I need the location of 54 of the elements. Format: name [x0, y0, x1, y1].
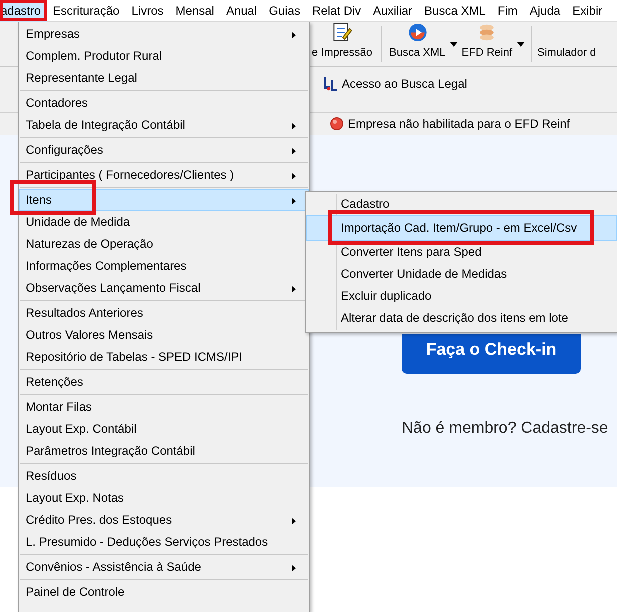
menu-item[interactable]: Participantes ( Fornecedores/Clientes ) [19, 164, 309, 186]
menu-item[interactable]: Anual [220, 0, 264, 22]
caret-icon [516, 42, 525, 46]
menu-item[interactable]: Unidade de Medida [19, 211, 309, 233]
menu-item[interactable]: Converter Unidade de Medidas [306, 263, 617, 285]
menu-item[interactable]: Resultados Anteriores [19, 302, 309, 324]
menu-item[interactable]: Crédito Pres. dos Estoques [19, 509, 309, 531]
menu-item[interactable]: Resíduos [19, 465, 309, 487]
check-in-button[interactable]: Faça o Check-in [402, 334, 581, 374]
menu-item[interactable]: Guias [263, 0, 306, 22]
link[interactable]: Acesso ao Busca Legal [342, 75, 468, 93]
menu-item[interactable]: L. Presumido - Deduções Serviços Prestados [19, 531, 309, 553]
caret-icon [450, 42, 458, 46]
menu-item[interactable]: Complem. Produtor Rural [19, 45, 309, 67]
menu-item[interactable]: Layout Exp. Notas [19, 487, 309, 509]
menu-item[interactable]: Contadores [19, 92, 309, 114]
toolbar-button[interactable]: EFD Reinf [460, 22, 515, 66]
logo-icon [322, 76, 338, 92]
menu-item[interactable]: Outros Valores Mensais [19, 324, 309, 346]
menu-item[interactable]: Tabela de Integração Contábil [19, 114, 309, 136]
menu-item[interactable]: Layout Exp. Contábil [19, 418, 309, 440]
menu-item[interactable]: Livros [126, 0, 170, 22]
menu-item[interactable]: Painel de Controle [19, 581, 309, 603]
menu-item[interactable]: Alterar data de descrição dos itens em lote [306, 307, 617, 329]
menu-item[interactable]: Convênios - Assistência à Saúde [19, 556, 309, 578]
menu-item[interactable]: Ajuda [524, 0, 567, 22]
menu-item[interactable]: Montar Filas [19, 396, 309, 418]
menu-item[interactable]: Busca XML [418, 0, 492, 22]
menu-item[interactable]: Naturezas de Operação [19, 233, 309, 255]
toolbar-button[interactable]: Busca XML [388, 22, 448, 66]
status-text: Empresa não habilitada para o EFD Reinf [348, 116, 570, 133]
menu-item[interactable]: Importação Cad. Item/Grupo - em Excel/Csv [306, 215, 617, 241]
menu-item[interactable]: Informações Complementares [19, 255, 309, 277]
menu-item[interactable]: Excluir duplicado [306, 285, 617, 307]
menu-item[interactable]: Auxiliar [367, 0, 419, 22]
play-circle-icon [406, 22, 429, 44]
menu-item[interactable]: Exibir [566, 0, 609, 22]
toolbar-button[interactable]: Simulador d [536, 22, 598, 66]
menu-item[interactable]: Configurações [19, 139, 309, 161]
signup-text: Não é membro? Cadastre-se [402, 419, 608, 439]
menu-item[interactable]: Retenções [19, 371, 309, 393]
menu-item[interactable]: Representante Legal [19, 67, 309, 89]
menu-item[interactable]: Repositório de Tabelas - SPED ICMS/IPI [19, 346, 309, 368]
status-dot-icon [330, 117, 344, 131]
menu-item[interactable]: Itens [19, 189, 309, 211]
menu-item[interactable]: Escrituração [47, 0, 126, 22]
menu-item[interactable]: Converter Itens para Sped [306, 241, 617, 263]
menu-item[interactable]: Observações Lançamento Fiscal [19, 277, 309, 299]
toolbar-button[interactable]: e Impressão [310, 22, 375, 66]
menu-item[interactable]: Mensal [170, 0, 220, 22]
menu-item[interactable]: Empresas [19, 23, 309, 45]
menu-item[interactable]: Relat Div [306, 0, 368, 22]
menu-item[interactable]: Fim [492, 0, 524, 22]
menu-item[interactable]: Parâmetros Integração Contábil [19, 440, 309, 462]
